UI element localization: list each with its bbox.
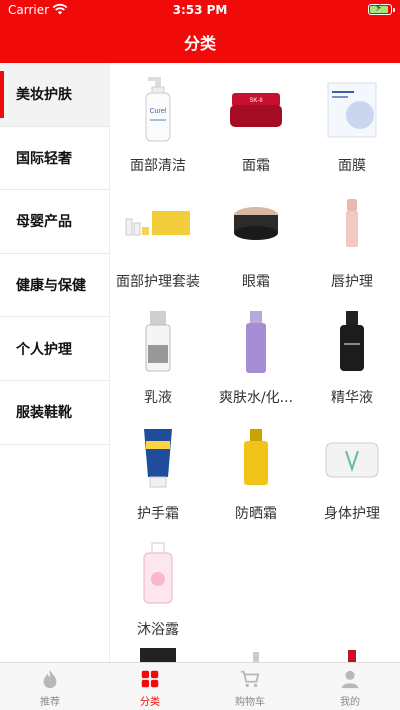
battery-icon: ⚡: [368, 3, 395, 15]
sidebar-item-health[interactable]: 健康与保健: [0, 254, 109, 318]
shower-gel-bottle-icon: [122, 537, 194, 609]
page-title: 分类: [183, 34, 216, 53]
tab-category[interactable]: 分类: [100, 663, 200, 710]
tab-label: 我的: [340, 697, 360, 708]
tab-cart[interactable]: 购物车: [200, 663, 300, 710]
category-face-mask[interactable]: 面膜: [304, 67, 400, 183]
category-face-care-set[interactable]: 面部护理套装: [110, 183, 206, 299]
category-sunscreen[interactable]: 防晒霜: [208, 415, 304, 531]
svg-text:Curel: Curel: [150, 108, 167, 115]
category-lotion[interactable]: 乳液: [110, 299, 206, 415]
sidebar-item-label: 服装鞋靴: [16, 405, 72, 422]
lip-tube-icon: [316, 189, 388, 261]
sidebar-item-apparel[interactable]: 服装鞋靴: [0, 381, 109, 445]
category-label: 沐浴露: [137, 622, 179, 638]
category-body-care[interactable]: 身体护理: [304, 415, 400, 531]
category-label: 唇护理: [331, 274, 373, 290]
sidebar-item-label: 健康与保健: [16, 278, 86, 295]
category-label: 爽肤水/化...: [218, 390, 294, 406]
tab-label: 分类: [140, 697, 160, 708]
tab-label: 购物车: [235, 697, 265, 708]
category-grid: Curel 面部清洁 SK-II 面霜 面膜 面部护理套装 眼霜 唇护理 乳液 …: [110, 63, 400, 662]
sidebar-item-label: 个人护理: [16, 341, 72, 358]
pump-bottle-icon: Curel: [122, 73, 194, 145]
category-label: 乳液: [144, 390, 172, 406]
tab-bar: 推荐 分类 购物车 我的: [0, 662, 400, 710]
sidebar-item-luxury[interactable]: 国际轻奢: [0, 127, 109, 191]
lotion-bottle-icon: [122, 305, 194, 377]
tab-mine[interactable]: 我的: [300, 663, 400, 710]
hand-cream-tube-icon: [122, 421, 194, 493]
category-serum[interactable]: 精华液: [304, 299, 400, 415]
category-label: 面膜: [338, 158, 366, 174]
toner-bottle-icon: [220, 305, 292, 377]
partial-product-image: [122, 646, 194, 662]
category-label: 护手霜: [137, 506, 179, 522]
cart-icon: [240, 670, 260, 688]
sidebar-item-label: 美妆护肤: [16, 87, 72, 104]
tab-label: 推荐: [40, 697, 60, 708]
category-face-cleanser[interactable]: Curel 面部清洁: [110, 67, 206, 183]
mask-box-icon: [316, 73, 388, 145]
category-face-cream[interactable]: SK-II 面霜: [208, 67, 304, 183]
category-lip-care[interactable]: 唇护理: [304, 183, 400, 299]
clock: 3:53 PM: [172, 3, 228, 17]
category-toner[interactable]: 爽肤水/化...: [208, 299, 304, 415]
gift-set-icon: [122, 189, 194, 261]
category-label: 身体护理: [324, 506, 380, 522]
sidebar-item-label: 母婴产品: [16, 214, 72, 231]
category-label: 面霜: [242, 158, 270, 174]
sidebar-item-beauty[interactable]: 美妆护肤: [0, 63, 109, 127]
cream-jar-red-icon: SK-II: [220, 73, 292, 145]
status-bar: Carrier 3:53 PM ⚡: [0, 0, 400, 20]
eye-cream-jar-icon: [220, 189, 292, 261]
category-hand-cream[interactable]: 护手霜: [110, 415, 206, 531]
grid-icon: [141, 670, 159, 688]
partial-product-image: [220, 646, 292, 662]
category-shower-gel[interactable]: 沐浴露: [110, 531, 206, 647]
category-sidebar: 美妆护肤 国际轻奢 母婴产品 健康与保健 个人护理 服装鞋靴: [0, 63, 110, 662]
category-label: 面部护理套装: [116, 274, 200, 290]
category-label: 面部清洁: [130, 158, 186, 174]
sidebar-item-label: 国际轻奢: [16, 150, 72, 167]
tab-recommend[interactable]: 推荐: [0, 663, 100, 710]
category-eye-cream[interactable]: 眼霜: [208, 183, 304, 299]
app-root: Carrier 3:53 PM ⚡ 分类 美妆护肤 国际轻奢 母婴产品 健康与保…: [0, 0, 400, 710]
category-label: 精华液: [331, 390, 373, 406]
category-label: 眼霜: [242, 274, 270, 290]
flame-icon: [43, 669, 57, 689]
sunscreen-bottle-icon: [220, 421, 292, 493]
sidebar-item-baby[interactable]: 母婴产品: [0, 190, 109, 254]
body-cream-jar-icon: [316, 421, 388, 493]
header: Carrier 3:53 PM ⚡ 分类: [0, 0, 400, 63]
person-icon: [341, 670, 359, 689]
sidebar-item-personal-care[interactable]: 个人护理: [0, 317, 109, 381]
serum-bottle-icon: [316, 305, 388, 377]
svg-text:SK-II: SK-II: [249, 98, 263, 104]
category-label: 防晒霜: [235, 506, 277, 522]
partial-product-image: [316, 646, 388, 662]
